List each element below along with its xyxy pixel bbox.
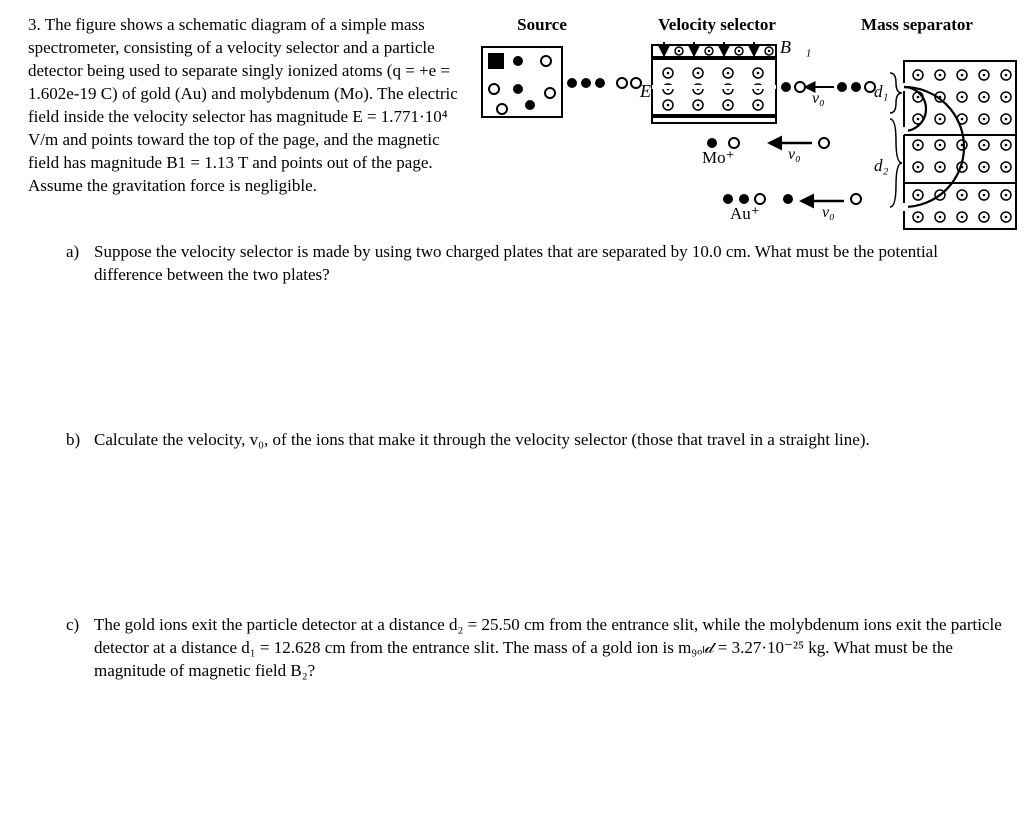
au-track: Au⁺ v₀ [723, 194, 861, 223]
mass-spectrometer-diagram: E⃗ B⃗₁ v₀ d₁ d₂ [472, 39, 1022, 249]
velocity-selector-box: E⃗ B⃗₁ [639, 39, 811, 123]
B1-vector-label: B⃗₁ [780, 39, 811, 57]
figure-label-separator: Mass separator [822, 14, 1018, 37]
part-c-letter: c) [66, 614, 94, 683]
E-vector-label: E⃗ [639, 81, 665, 101]
svg-text:Mo⁺: Mo⁺ [702, 148, 735, 167]
part-b-body: Calculate the velocity, v₀, of the ions … [94, 429, 1002, 452]
v0-label-c: v₀ [822, 204, 835, 221]
v0-label-a: v₀ [812, 90, 825, 107]
mo-track: Mo⁺ v₀ [702, 138, 829, 167]
svg-text:d₂: d₂ [874, 156, 889, 175]
v0-label-b: v₀ [788, 146, 801, 163]
svg-text:Au⁺: Au⁺ [730, 204, 760, 223]
part-b-letter: b) [66, 429, 94, 452]
mass-separator-box [900, 61, 1016, 229]
d-labels: d₁ d₂ [874, 73, 902, 207]
source-box [482, 47, 562, 117]
part-a-letter: a) [66, 241, 94, 287]
figure-label-selector: Velocity selector [612, 14, 822, 37]
problem-intro: 3. The figure shows a schematic diagram … [28, 14, 458, 198]
beam-straight: v₀ [781, 82, 875, 107]
beam-1 [567, 78, 641, 88]
part-c-body: The gold ions exit the particle detector… [94, 614, 1002, 683]
figure-label-source: Source [472, 14, 612, 37]
svg-text:d₁: d₁ [874, 82, 888, 101]
